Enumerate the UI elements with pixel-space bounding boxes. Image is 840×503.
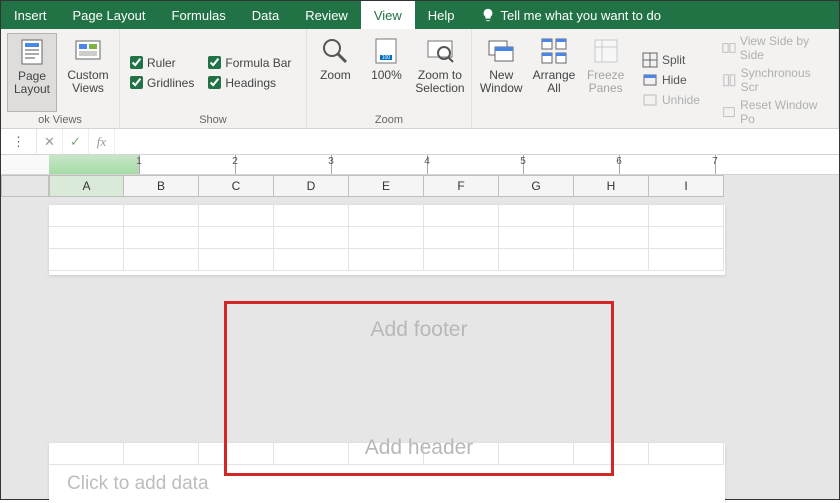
- name-box-handle[interactable]: ⋮: [1, 129, 37, 154]
- lightbulb-icon: [481, 8, 495, 22]
- horizontal-ruler[interactable]: 1234567: [1, 155, 839, 175]
- group-views-label: ok Views: [7, 112, 113, 126]
- view-side-by-side-button[interactable]: View Side by Side: [718, 33, 828, 63]
- tab-page-layout[interactable]: Page Layout: [60, 1, 159, 29]
- tab-data[interactable]: Data: [239, 1, 292, 29]
- arrange-all-icon: [538, 35, 570, 67]
- headings-checkbox[interactable]: Headings: [208, 76, 291, 90]
- select-all-corner[interactable]: [1, 175, 49, 197]
- insert-function-button[interactable]: fx: [89, 129, 115, 154]
- worksheet-area: A B C D E F G H I Click to add data: [1, 175, 839, 499]
- zoom-100-button[interactable]: 100 100%: [364, 33, 409, 112]
- tell-me-label: Tell me what you want to do: [501, 8, 661, 23]
- side-by-side-icon: [722, 40, 736, 56]
- zoom-button[interactable]: Zoom: [313, 33, 358, 112]
- group-show: Ruler Gridlines Formula Bar Headings Sho…: [120, 29, 307, 128]
- zoom-label: Zoom: [320, 69, 351, 82]
- cancel-formula-button[interactable]: ✕: [37, 129, 63, 154]
- arrange-all-button[interactable]: Arrange All: [531, 33, 578, 127]
- formula-bar-checkbox[interactable]: Formula Bar: [208, 56, 291, 70]
- zoom-to-selection-button[interactable]: Zoom to Selection: [415, 33, 465, 112]
- tab-formulas[interactable]: Formulas: [159, 1, 239, 29]
- custom-views-button[interactable]: Custom Views: [63, 33, 113, 112]
- col-header-H[interactable]: H: [574, 175, 649, 197]
- tab-view[interactable]: View: [361, 1, 415, 29]
- ruler-checkbox[interactable]: Ruler: [130, 56, 194, 70]
- group-zoom-label: Zoom: [313, 112, 465, 126]
- synchronous-scrolling-button[interactable]: Synchronous Scr: [718, 65, 828, 95]
- col-header-A[interactable]: A: [49, 175, 124, 197]
- gridlines-checkbox[interactable]: Gridlines: [130, 76, 194, 90]
- reset-window-icon: [722, 104, 736, 120]
- zoom-selection-icon: [424, 35, 456, 67]
- col-header-C[interactable]: C: [199, 175, 274, 197]
- freeze-panes-button[interactable]: Freeze Panes: [583, 33, 628, 127]
- zoom-100-icon: 100: [370, 35, 402, 67]
- col-header-I[interactable]: I: [649, 175, 724, 197]
- tab-help[interactable]: Help: [415, 1, 468, 29]
- col-header-B[interactable]: B: [124, 175, 199, 197]
- sync-scroll-icon: [722, 72, 737, 88]
- tell-me-search[interactable]: Tell me what you want to do: [468, 1, 674, 29]
- split-icon: [642, 52, 658, 68]
- page-layout-label: Page Layout: [10, 70, 54, 96]
- page-1[interactable]: [49, 205, 725, 275]
- group-show-label: Show: [126, 112, 300, 126]
- zoom-100-label: 100%: [371, 69, 402, 82]
- formula-bar: ⋮ ✕ ✓ fx: [1, 129, 839, 155]
- group-zoom: Zoom 100 100% Zoom to Selection Zoom: [307, 29, 472, 128]
- svg-text:100: 100: [382, 55, 391, 61]
- ribbon-tabs: Insert Page Layout Formulas Data Review …: [1, 1, 839, 29]
- click-to-add-data-hint[interactable]: Click to add data: [49, 465, 725, 495]
- split-button[interactable]: Split: [638, 51, 704, 69]
- column-headers: A B C D E F G H I: [49, 175, 839, 197]
- col-header-E[interactable]: E: [349, 175, 424, 197]
- magnifier-icon: [319, 35, 351, 67]
- page-layout-view-button[interactable]: Page Layout: [7, 33, 57, 112]
- unhide-icon: [642, 92, 658, 108]
- col-header-F[interactable]: F: [424, 175, 499, 197]
- custom-views-icon: [72, 35, 104, 67]
- ribbon-body: Page Layout Custom Views ok Views Ruler …: [1, 29, 839, 129]
- new-window-button[interactable]: New Window: [478, 33, 525, 127]
- ruler-margin-shade: [49, 155, 139, 174]
- group-window: New Window Arrange All Freeze Panes Spli…: [472, 29, 839, 128]
- freeze-panes-icon: [590, 35, 622, 67]
- new-window-icon: [485, 35, 517, 67]
- hide-button[interactable]: Hide: [638, 71, 704, 89]
- unhide-button[interactable]: Unhide: [638, 91, 704, 109]
- page-2[interactable]: Click to add data: [49, 443, 725, 503]
- col-header-D[interactable]: D: [274, 175, 349, 197]
- hide-icon: [642, 72, 658, 88]
- page-layout-icon: [16, 36, 48, 68]
- col-header-G[interactable]: G: [499, 175, 574, 197]
- reset-window-position-button[interactable]: Reset Window Po: [718, 97, 828, 127]
- tab-insert[interactable]: Insert: [1, 1, 60, 29]
- formula-input[interactable]: [115, 129, 839, 154]
- group-workbook-views: Page Layout Custom Views ok Views: [1, 29, 120, 128]
- enter-formula-button[interactable]: ✓: [63, 129, 89, 154]
- tab-review[interactable]: Review: [292, 1, 361, 29]
- custom-views-label: Custom Views: [65, 69, 111, 95]
